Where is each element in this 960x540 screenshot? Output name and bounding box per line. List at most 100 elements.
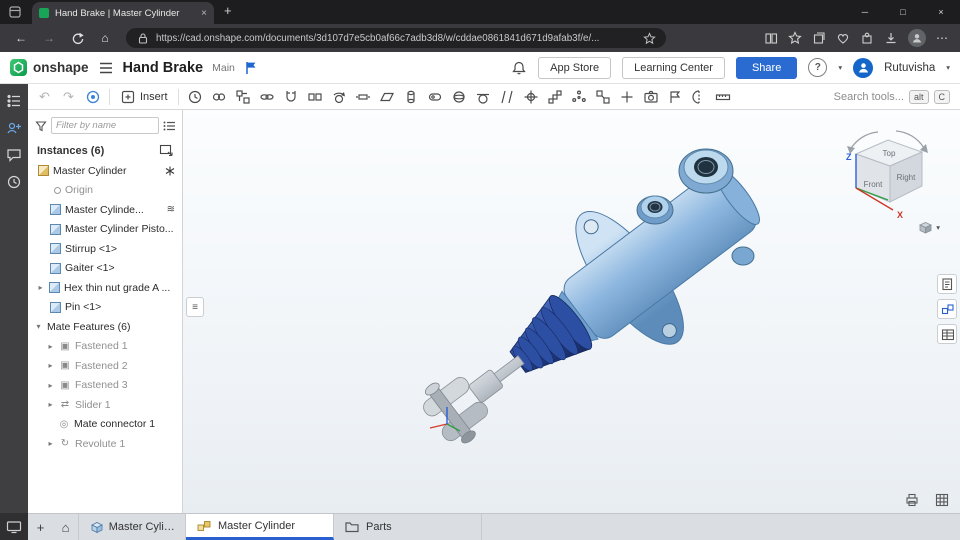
workspace-name[interactable]: Main xyxy=(212,62,235,74)
tree-item-gaiter[interactable]: Gaiter <1> xyxy=(28,259,182,279)
chevron-right-icon[interactable]: ▸ xyxy=(46,361,55,370)
insert-button[interactable]: Insert xyxy=(115,89,173,105)
tree-item-mate-connector-1[interactable]: ◎ Mate connector 1 xyxy=(28,415,182,435)
list-view-icon[interactable] xyxy=(163,120,176,132)
back-button[interactable]: ← xyxy=(8,27,34,49)
snap-mode-icon[interactable] xyxy=(280,86,303,108)
filter-funnel-icon[interactable] xyxy=(35,120,47,132)
tree-item-origin[interactable]: Origin xyxy=(28,181,182,201)
group-icon[interactable] xyxy=(232,86,255,108)
bom-panel-icon[interactable] xyxy=(937,324,957,344)
print-icon[interactable] xyxy=(904,492,920,508)
parallel-mate-icon[interactable] xyxy=(496,86,519,108)
revolute-mate-icon[interactable] xyxy=(328,86,351,108)
history-panel-icon[interactable] xyxy=(6,174,22,190)
tree-item-master-cylinder-piston[interactable]: Master Cylinder Pisto... xyxy=(28,220,182,240)
browser-tab[interactable]: Hand Brake | Master Cylinder × xyxy=(32,2,214,24)
home-button[interactable]: ⌂ xyxy=(92,27,118,49)
document-outline-icon[interactable] xyxy=(6,93,22,109)
linear-pattern-icon[interactable] xyxy=(544,86,567,108)
refresh-button[interactable] xyxy=(64,27,90,49)
explode-icon[interactable] xyxy=(616,86,639,108)
new-tab-button[interactable]: + xyxy=(224,3,232,18)
parts-panel-icon[interactable] xyxy=(937,299,957,319)
tree-item-pin[interactable]: Pin <1> xyxy=(28,298,182,318)
chevron-right-icon[interactable]: ▸ xyxy=(46,342,55,351)
chevron-right-icon[interactable]: ▸ xyxy=(36,283,45,292)
chevron-right-icon[interactable]: ▸ xyxy=(46,381,55,390)
3d-viewport[interactable]: Top Front Right Z X ▾ ≡ xyxy=(183,110,960,513)
history-icon[interactable] xyxy=(184,86,207,108)
tree-item-stirrup[interactable]: Stirrup <1> xyxy=(28,239,182,259)
tab-home-button[interactable]: ⌂ xyxy=(53,514,78,540)
mate-connector-icon[interactable] xyxy=(520,86,543,108)
app-store-button[interactable]: App Store xyxy=(538,56,612,79)
tree-item-hex-nut[interactable]: ▸ Hex thin nut grade A ... xyxy=(28,278,182,298)
chevron-right-icon[interactable]: ▸ xyxy=(46,400,55,409)
tree-item-revolute-1[interactable]: ▸ ↻ Revolute 1 xyxy=(28,434,182,454)
tab-parts-folder[interactable]: Parts xyxy=(334,514,482,540)
split-screen-icon[interactable] xyxy=(764,31,778,45)
document-panel-icon[interactable] xyxy=(937,274,957,294)
close-button[interactable]: × xyxy=(922,0,960,24)
comments-icon[interactable] xyxy=(6,147,22,163)
main-menu-icon[interactable] xyxy=(98,60,114,76)
user-avatar[interactable] xyxy=(853,57,874,78)
tree-item-fastened-2[interactable]: ▸ ▣ Fastened 2 xyxy=(28,356,182,376)
downloads-icon[interactable] xyxy=(884,31,898,45)
tree-item-slider-1[interactable]: ▸ ⇄ Slider 1 xyxy=(28,395,182,415)
learning-center-button[interactable]: Learning Center xyxy=(622,56,725,79)
collections-icon[interactable] xyxy=(812,31,826,45)
tangent-mate-icon[interactable] xyxy=(472,86,495,108)
follow-mode-icon[interactable] xyxy=(81,86,104,108)
forward-button[interactable]: → xyxy=(36,27,62,49)
insert-instance-icon[interactable] xyxy=(159,144,174,157)
chevron-right-icon[interactable]: ▸ xyxy=(46,439,55,448)
planar-mate-icon[interactable] xyxy=(376,86,399,108)
tab-close-icon[interactable]: × xyxy=(201,8,207,19)
cylindrical-mate-icon[interactable] xyxy=(400,86,423,108)
notifications-bell-icon[interactable] xyxy=(511,60,527,76)
view-options-button[interactable]: ▾ xyxy=(918,220,940,235)
browser-menu-icon[interactable]: ⋯ xyxy=(936,31,948,45)
section-view-icon[interactable] xyxy=(688,86,711,108)
new-tab-plus-button[interactable]: + xyxy=(28,514,53,540)
follow-icon[interactable] xyxy=(6,120,22,136)
undo-icon[interactable]: ↶ xyxy=(33,86,56,108)
fastened-mate-icon[interactable] xyxy=(304,86,327,108)
favorites-star-icon[interactable] xyxy=(788,31,802,45)
maximize-button[interactable]: □ xyxy=(884,0,922,24)
search-tools[interactable]: Search tools... alt C xyxy=(834,89,955,104)
workspaces-icon[interactable] xyxy=(9,6,21,18)
onshape-logo-text[interactable]: onshape xyxy=(33,60,89,75)
branch-flag-icon[interactable] xyxy=(244,60,258,75)
tree-item-fastened-3[interactable]: ▸ ▣ Fastened 3 xyxy=(28,376,182,396)
chevron-down-icon[interactable]: ▾ xyxy=(34,322,43,331)
redo-icon[interactable]: ↷ xyxy=(57,86,80,108)
tab-master-cylinder-part-studio[interactable]: Master Cylinder xyxy=(78,514,186,540)
slider-mate-icon[interactable] xyxy=(352,86,375,108)
ball-mate-icon[interactable] xyxy=(448,86,471,108)
onshape-logo-icon[interactable] xyxy=(10,59,27,76)
minimize-button[interactable]: ─ xyxy=(846,0,884,24)
help-button[interactable]: ? xyxy=(808,58,828,77)
snapshot-icon[interactable] xyxy=(640,86,663,108)
browser-essentials-icon[interactable] xyxy=(836,31,850,45)
circular-pattern-icon[interactable] xyxy=(568,86,591,108)
user-name[interactable]: Rutuvisha xyxy=(884,62,935,74)
panel-collapse-handle[interactable]: ≡ xyxy=(186,297,204,317)
extensions-icon[interactable] xyxy=(860,31,874,45)
share-button[interactable]: Share xyxy=(735,56,798,79)
named-positions-icon[interactable] xyxy=(664,86,687,108)
measure-icon[interactable] xyxy=(712,86,735,108)
relation-icon[interactable] xyxy=(256,86,279,108)
cast-icon[interactable] xyxy=(0,513,28,540)
tree-item-mate-features[interactable]: ▾ Mate Features (6) xyxy=(28,317,182,337)
mate-icon[interactable] xyxy=(208,86,231,108)
tree-item-fastened-1[interactable]: ▸ ▣ Fastened 1 xyxy=(28,337,182,357)
browser-profile-avatar[interactable] xyxy=(908,29,926,47)
filter-input[interactable] xyxy=(51,117,159,134)
view-cube[interactable]: Top Front Right Z X xyxy=(838,124,933,224)
help-caret-icon[interactable]: ▾ xyxy=(838,63,842,72)
user-menu-caret-icon[interactable]: ▾ xyxy=(946,63,950,72)
